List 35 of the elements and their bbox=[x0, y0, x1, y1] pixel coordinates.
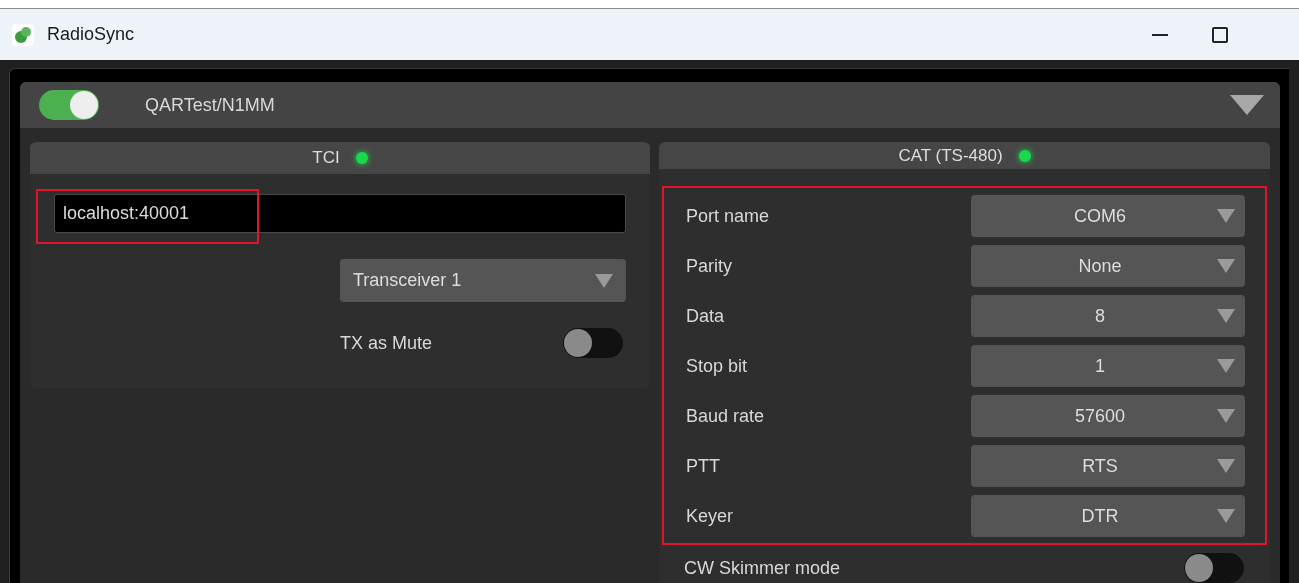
profile-toggle[interactable] bbox=[39, 90, 99, 120]
setting-dropdown[interactable]: None bbox=[971, 245, 1245, 287]
cw-skimmer-label: CW Skimmer mode bbox=[684, 556, 841, 580]
setting-dropdown[interactable]: RTS bbox=[971, 445, 1245, 487]
address-field[interactable]: localhost:40001 bbox=[54, 194, 626, 233]
setting-label: Keyer bbox=[686, 504, 735, 528]
caret-icon bbox=[1217, 409, 1235, 423]
setting-label: Baud rate bbox=[686, 404, 766, 428]
window-title: RadioSync bbox=[47, 23, 135, 46]
caret-icon bbox=[1217, 509, 1235, 523]
setting-label: Data bbox=[686, 304, 726, 328]
setting-dropdown[interactable]: 8 bbox=[971, 295, 1245, 337]
tx-as-mute-label: TX as Mute bbox=[340, 331, 433, 355]
cw-skimmer-toggle[interactable] bbox=[1184, 553, 1244, 583]
caret-icon bbox=[1217, 259, 1235, 273]
setting-label: Port name bbox=[686, 204, 771, 228]
panel-title: TCI bbox=[312, 147, 340, 170]
app-logo-icon bbox=[12, 23, 34, 46]
transceiver-dropdown[interactable]: Transceiver 1 bbox=[340, 259, 626, 302]
setting-label: Stop bit bbox=[686, 354, 749, 378]
caret-icon bbox=[1217, 459, 1235, 473]
panel-title: CAT (TS-480) bbox=[898, 144, 1003, 167]
setting-dropdown[interactable]: COM6 bbox=[971, 195, 1245, 237]
setting-dropdown[interactable]: 57600 bbox=[971, 395, 1245, 437]
profile-name: QARTest/N1MM bbox=[145, 93, 275, 117]
setting-dropdown[interactable]: 1 bbox=[971, 345, 1245, 387]
setting-label: Parity bbox=[686, 254, 733, 278]
tx-as-mute-toggle[interactable] bbox=[563, 328, 623, 358]
caret-icon bbox=[1217, 209, 1235, 223]
caret-icon bbox=[1230, 95, 1264, 115]
caret-icon bbox=[595, 273, 613, 288]
caret-icon bbox=[1217, 309, 1235, 323]
setting-label: PTT bbox=[686, 454, 721, 478]
caret-icon bbox=[1217, 359, 1235, 373]
setting-dropdown[interactable]: DTR bbox=[971, 495, 1245, 537]
